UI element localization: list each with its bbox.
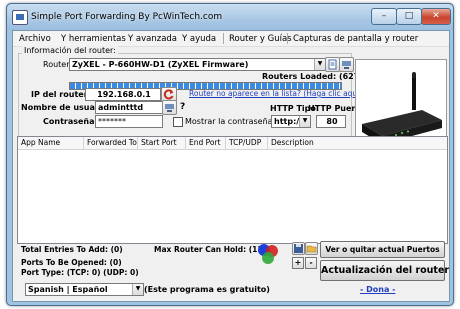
update-router-button[interactable]: Actualización del router — [320, 260, 449, 281]
router-not-listed-link[interactable]: Router no aparece en la lista? (Haga cli… — [189, 89, 362, 98]
chevron-down-icon[interactable]: ▼ — [132, 284, 143, 295]
show-password-checkbox[interactable] — [173, 117, 183, 127]
ports-opened: Ports To Be Opened: (0) — [21, 258, 122, 267]
app-window: Simple Port Forwarding By PcWinTech.com … — [6, 3, 454, 306]
menu-ayuda[interactable]: Y ayuda — [182, 34, 216, 44]
folder-icon — [306, 245, 317, 253]
col-description[interactable]: Description — [268, 137, 447, 149]
http-type-select[interactable]: http:// ▼ — [271, 115, 311, 128]
col-forwarded-to[interactable]: Forwarded To — [84, 137, 138, 149]
app-icon — [12, 10, 28, 25]
chevron-down-icon[interactable]: ▼ — [314, 59, 325, 70]
port-type: Port Type: (TCP: 0) (UDP: 0) — [21, 268, 139, 277]
remove-entry-button[interactable]: - — [305, 257, 317, 269]
document-icon — [328, 59, 337, 70]
language-value: Spanish | Español — [28, 285, 108, 294]
router-select-value: ZyXEL - P-660HW-D1 (ZyXEL Firmware) — [72, 60, 249, 69]
router-notes-button[interactable] — [325, 57, 340, 72]
menu-capturas[interactable]: Capturas de pantalla y router — [293, 34, 418, 44]
router-scan-button[interactable] — [339, 57, 354, 72]
title-bar[interactable]: Simple Port Forwarding By PcWinTech.com … — [7, 4, 453, 30]
show-password-label: Mostrar la contraseña — [185, 117, 273, 126]
http-port-field[interactable]: 80 — [316, 115, 346, 128]
view-remove-ports-button[interactable]: Ver o quitar actual Puertos — [320, 241, 445, 258]
network-icon — [165, 104, 174, 112]
close-button[interactable]: ✕ — [421, 8, 451, 25]
col-app-name[interactable]: App Name — [18, 137, 84, 149]
maximize-button[interactable]: □ — [396, 8, 422, 25]
routers-loaded: Routers Loaded: (627) — [262, 72, 363, 81]
menu-separator — [223, 33, 224, 44]
window-title: Simple Port Forwarding By PcWinTech.com — [31, 12, 223, 22]
menu-separator — [287, 33, 288, 44]
menu-bar: Archivo Y herramientas Y avanzada Y ayud… — [13, 31, 449, 47]
save-button[interactable] — [292, 242, 305, 255]
open-button[interactable] — [305, 242, 318, 255]
col-start-port[interactable]: Start Port — [138, 137, 186, 149]
donate-link[interactable]: - Dona - — [360, 285, 395, 294]
router-ip-field[interactable]: 192.168.0.1 — [85, 88, 161, 101]
client-area: Archivo Y herramientas Y avanzada Y ayud… — [12, 30, 450, 302]
col-tcp-udp[interactable]: TCP/UDP — [226, 137, 268, 149]
menu-herramientas[interactable]: Y herramientas — [61, 34, 126, 44]
menu-avanzada[interactable]: Y avanzada — [128, 34, 177, 44]
minimize-button[interactable]: – — [371, 8, 397, 25]
rgb-icon[interactable] — [256, 242, 280, 266]
router-label: Router: — [43, 60, 73, 69]
menu-archivo[interactable]: Archivo — [19, 34, 51, 44]
free-program-text: (Este programa es gratuito) — [144, 285, 270, 294]
menu-router-guias[interactable]: Router y Guías — [229, 34, 292, 44]
add-entry-button[interactable]: + — [292, 257, 304, 269]
user-tool-button[interactable] — [162, 100, 177, 115]
network-icon — [342, 61, 351, 69]
total-entries: Total Entries To Add: (0) — [21, 245, 123, 254]
router-select[interactable]: ZyXEL - P-660HW-D1 (ZyXEL Firmware) ▼ — [69, 58, 326, 71]
port-table[interactable]: App Name Forwarded To Start Port End Por… — [17, 136, 448, 244]
username-field[interactable]: admintttd — [95, 101, 163, 114]
col-end-port[interactable]: End Port — [186, 137, 226, 149]
password-field[interactable]: ******* — [95, 115, 163, 128]
router-info-title: Información del router: — [22, 46, 118, 55]
help-icon[interactable]: ? — [180, 102, 185, 112]
save-icon — [294, 244, 303, 253]
chevron-down-icon[interactable]: ▼ — [299, 116, 310, 127]
http-type-value: http:// — [274, 117, 303, 126]
password-label: Contraseña: — [43, 117, 98, 126]
router-ip-label: IP del router: — [31, 90, 91, 99]
language-select[interactable]: Spanish | Español ▼ — [25, 283, 144, 296]
table-header: App Name Forwarded To Start Port End Por… — [18, 137, 447, 150]
max-router-hold: Max Router Can Hold: (11) — [154, 245, 267, 254]
